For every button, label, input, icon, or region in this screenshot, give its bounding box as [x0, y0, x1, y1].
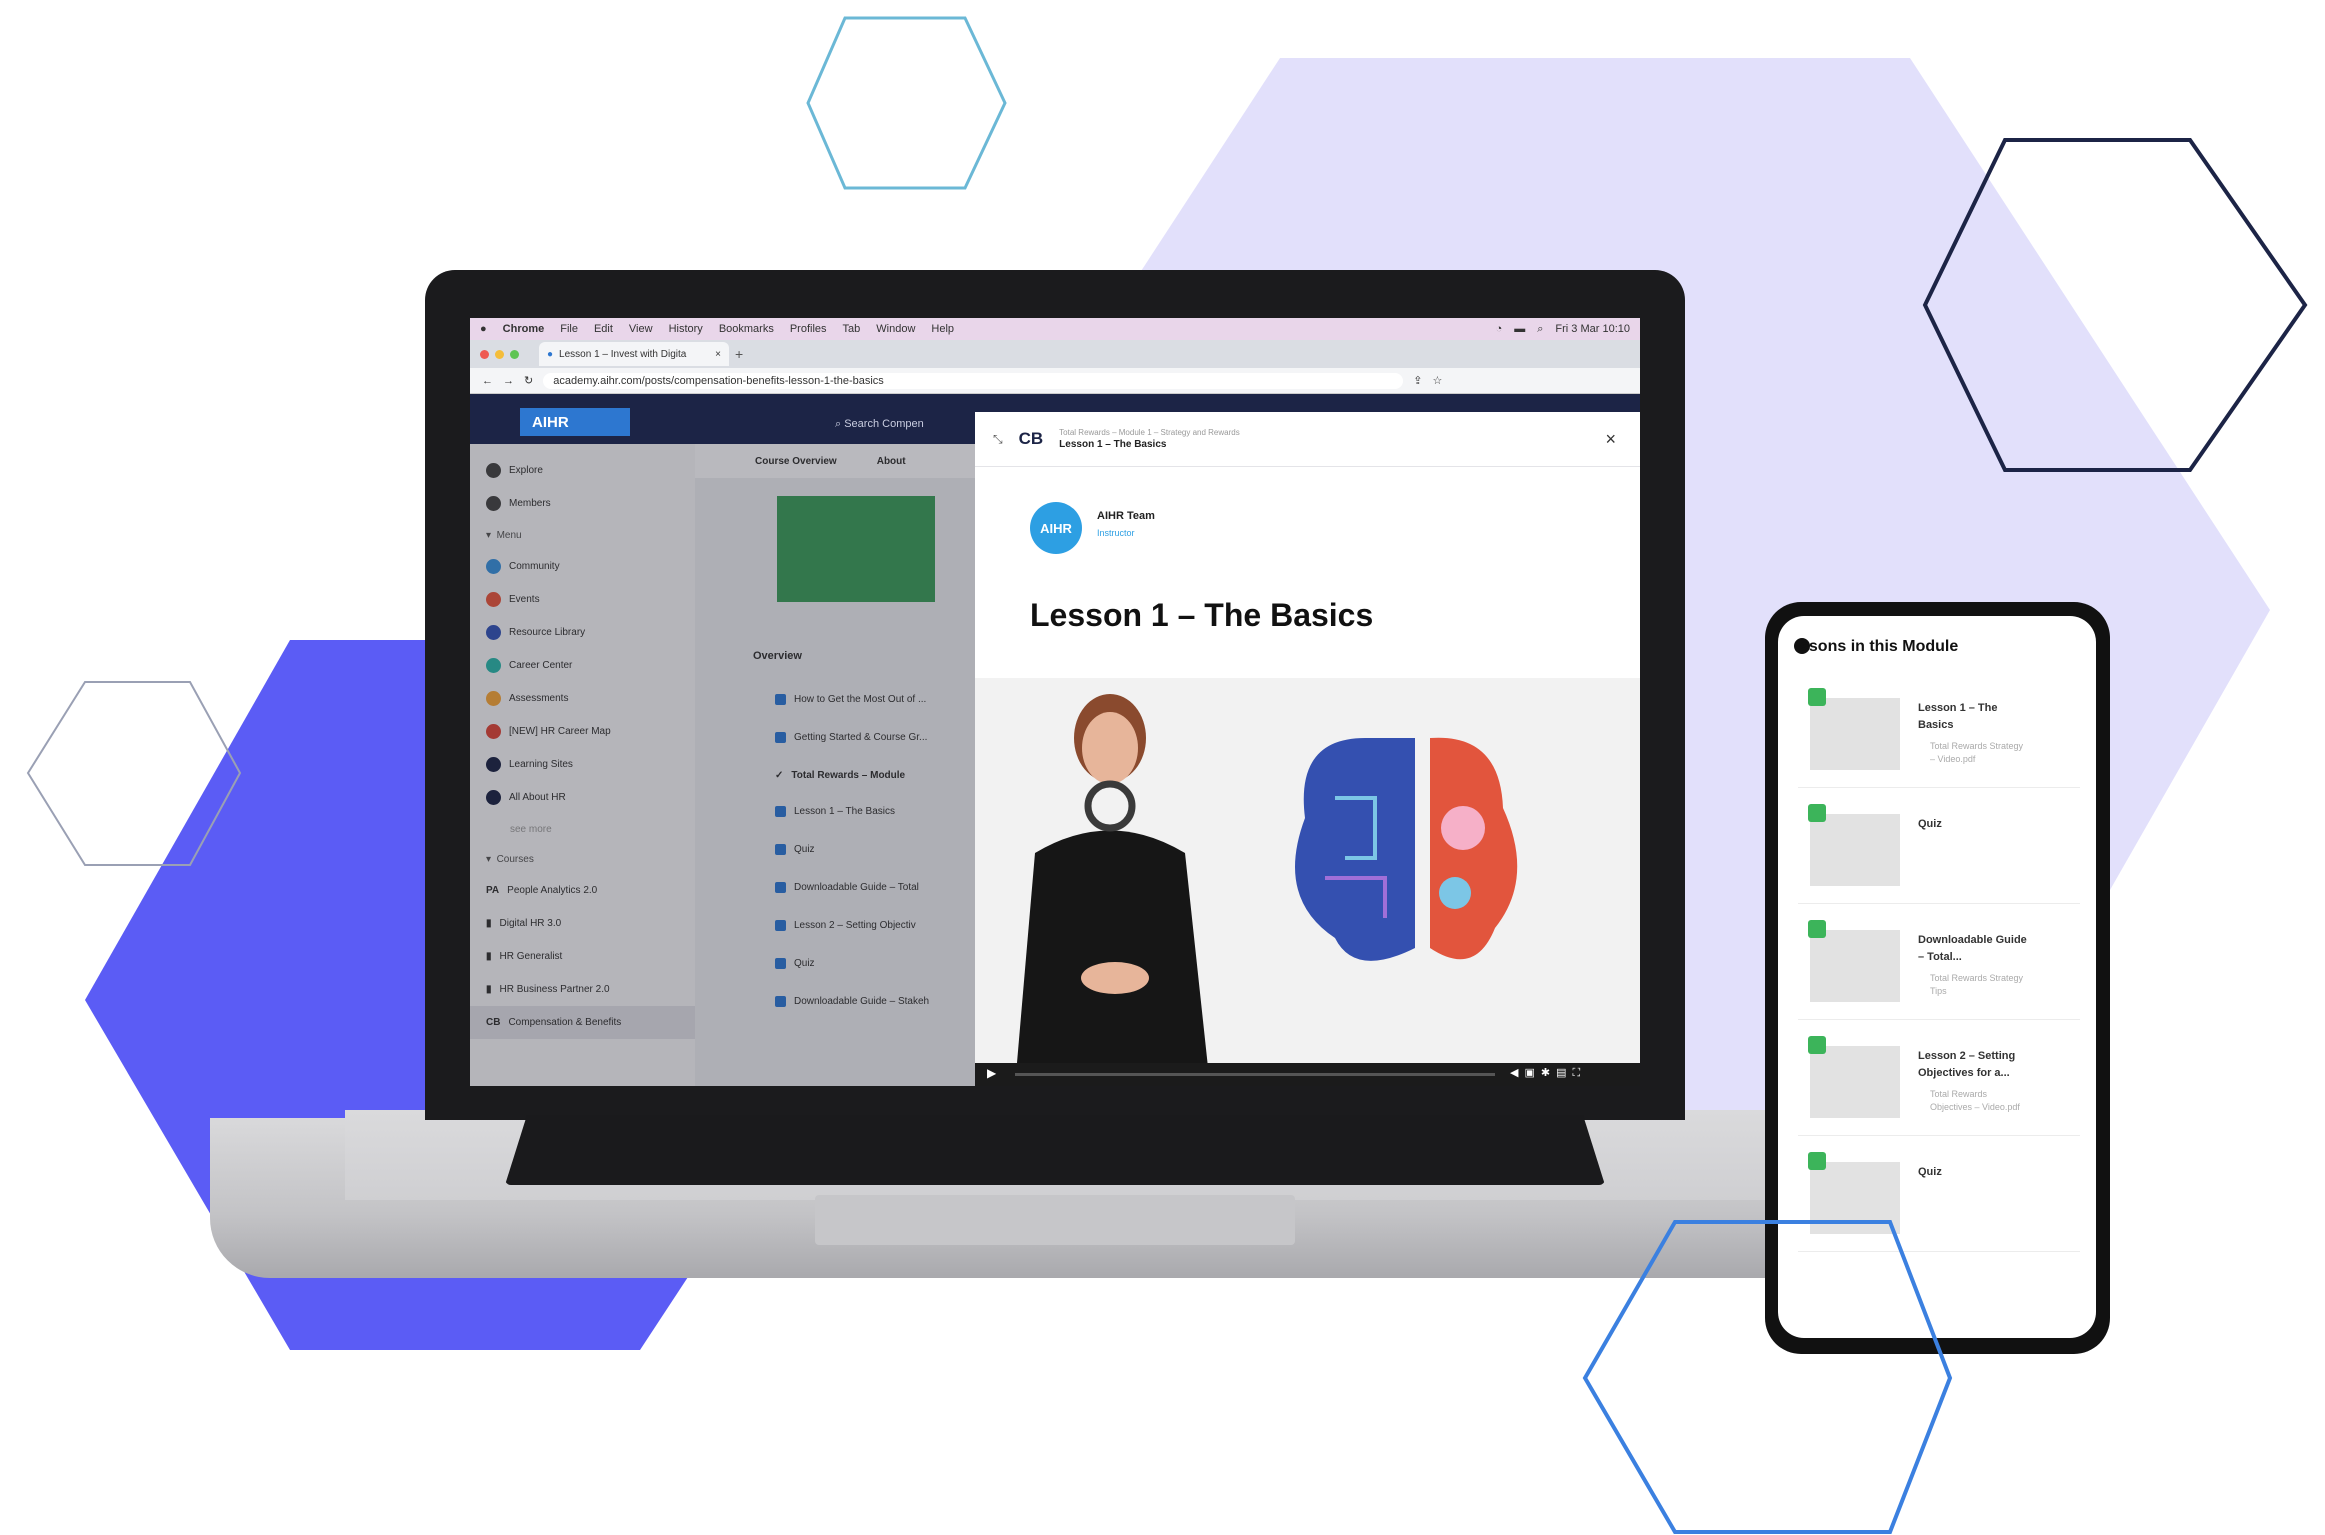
outline-hexagon-bottom — [1582, 1220, 1953, 1534]
stage: ● Chrome File Edit View History Bookmark… — [0, 0, 2325, 1535]
foreground-decoration — [1582, 1220, 1953, 1534]
